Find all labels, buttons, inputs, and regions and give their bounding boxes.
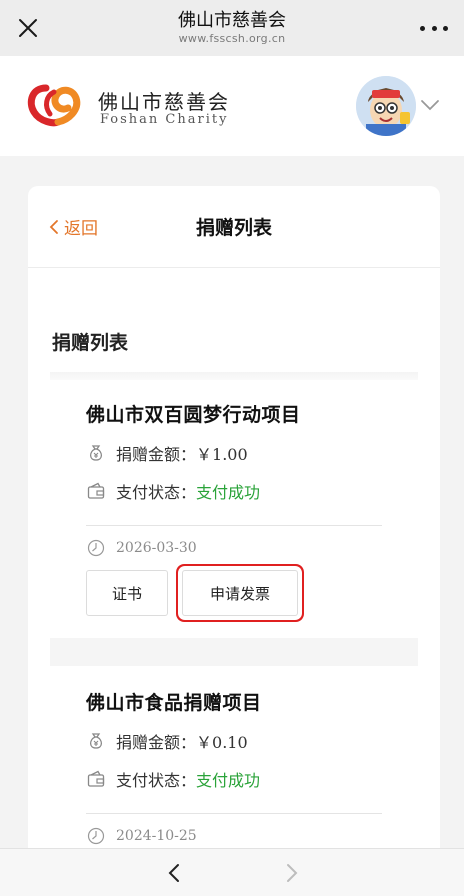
- chevron-down-icon[interactable]: [420, 98, 440, 112]
- amount-row: 捐赠金额： ￥0.10: [86, 729, 416, 753]
- list-item: 佛山市双百圆梦行动项目 捐赠金额： ￥1.00 支付状态： 支付成功 2026-…: [86, 400, 416, 616]
- amount-value: ￥1.00: [196, 445, 248, 464]
- donation-date: 2026-03-30: [116, 540, 197, 556]
- window-url: www.fsscsh.org.cn: [178, 32, 286, 45]
- amount-row: 捐赠金额： ￥1.00: [86, 441, 416, 465]
- clock-icon: [87, 539, 105, 557]
- chevron-right-icon[interactable]: [282, 861, 302, 885]
- charity-logo-icon: [27, 84, 81, 127]
- money-bag-icon: [89, 445, 103, 461]
- date-row: 2026-03-30: [86, 538, 416, 558]
- divider: [86, 813, 382, 814]
- list-item: 佛山市食品捐赠项目 捐赠金额： ￥0.10 支付状态： 支付成功 2024-10…: [86, 688, 416, 846]
- wallet-icon: [87, 482, 105, 499]
- section-title: 捐赠列表: [52, 332, 129, 354]
- logo-english-name: Foshan Charity: [100, 112, 229, 127]
- amount-label: 捐赠金额：: [116, 445, 197, 464]
- status-row: 支付状态： 支付成功: [86, 479, 416, 503]
- project-name: 佛山市食品捐赠项目: [86, 692, 262, 714]
- amount-value: ￥0.10: [196, 733, 248, 752]
- divider-strip: [50, 372, 418, 380]
- certificate-button[interactable]: 证书: [86, 570, 168, 616]
- status-badge: 支付成功: [196, 771, 261, 790]
- logo-chinese-name: 佛山市慈善会: [98, 90, 230, 114]
- project-name: 佛山市双百圆梦行动项目: [86, 404, 301, 426]
- donation-date: 2024-10-25: [116, 828, 197, 844]
- browser-bottom-bar: [0, 848, 464, 896]
- donation-list-card: 返回 捐赠列表 捐赠列表 佛山市双百圆梦行动项目 捐赠金额： ￥1.00 支付状…: [28, 186, 440, 896]
- more-dots-icon[interactable]: [420, 14, 448, 42]
- status-badge: 支付成功: [196, 483, 261, 502]
- browser-title-bar: 佛山市慈善会 www.fsscsh.org.cn: [0, 0, 464, 56]
- divider: [86, 525, 382, 526]
- status-row: 支付状态： 支付成功: [86, 767, 416, 791]
- divider-strip: [50, 638, 418, 666]
- page-title: 捐赠列表: [195, 217, 272, 239]
- chevron-left-icon[interactable]: [164, 861, 184, 885]
- wallet-icon: [87, 770, 105, 787]
- action-buttons: 证书 申请发票: [86, 570, 416, 616]
- title-block: 佛山市慈善会 www.fsscsh.org.cn: [178, 10, 286, 46]
- date-row: 2024-10-25: [86, 826, 416, 846]
- amount-label: 捐赠金额：: [116, 733, 197, 752]
- card-header: 返回 捐赠列表: [28, 186, 440, 268]
- avatar[interactable]: [356, 76, 416, 136]
- window-title: 佛山市慈善会: [178, 10, 286, 31]
- close-icon[interactable]: [14, 14, 42, 42]
- money-bag-icon: [89, 733, 103, 749]
- site-header: 佛山市慈善会 Foshan Charity: [0, 56, 464, 156]
- clock-icon: [87, 827, 105, 845]
- status-label: 支付状态：: [116, 771, 197, 790]
- status-label: 支付状态：: [116, 483, 197, 502]
- request-invoice-button[interactable]: 申请发票: [182, 570, 298, 616]
